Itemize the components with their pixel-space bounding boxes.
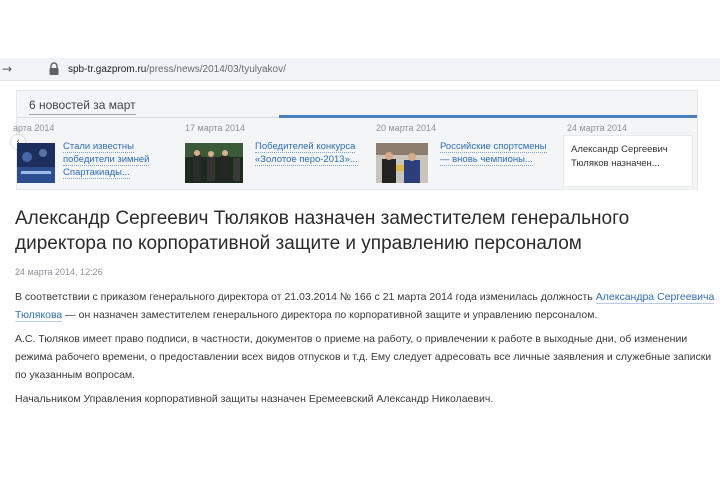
news-strip-title[interactable]: 6 новостей за март: [29, 98, 136, 115]
news-link-text: Российские спортсмены — вновь чемпионы..…: [440, 141, 547, 166]
lock-icon[interactable]: [48, 62, 60, 76]
news-link-text: Стали известны победители зимней Спартак…: [63, 141, 150, 179]
carousel-progress: [279, 115, 697, 118]
article-paragraph: А.С. Тюляков имеет право подписи, в част…: [15, 333, 712, 381]
news-thumbnail[interactable]: [185, 143, 243, 183]
news-date: 20 марта 2014: [376, 123, 437, 133]
article-date: 24 марта 2014, 12:26: [15, 267, 103, 277]
article-paragraph: Начальником Управления корпоративной защ…: [15, 393, 494, 405]
forward-arrow-icon[interactable]: →: [2, 62, 16, 76]
paragraph-text: В соответствии с приказом генерального д…: [15, 291, 596, 303]
paragraph-text: — он назначен заместителем генерального …: [62, 309, 598, 321]
url-path: /press/news/2014/03/tyulyakov/: [146, 63, 286, 75]
active-news-text: Александр Сергеевич Тюляков назначен...: [571, 144, 668, 169]
news-thumbnail[interactable]: [17, 143, 55, 183]
news-link[interactable]: Стали известны победители зимней Спартак…: [63, 140, 173, 179]
news-carousel: 6 новостей за март ‹ арта 2014 Стали изв…: [11, 90, 698, 190]
article-paragraph: В соответствии с приказом генерального д…: [15, 288, 715, 324]
news-thumbnail[interactable]: [376, 143, 428, 183]
news-date: 17 марта 2014: [185, 123, 246, 133]
address-bar[interactable]: → spb-tr.gazprom.ru/press/news/2014/03/t…: [0, 58, 720, 81]
article-title: Александр Сергеевич Тюляков назначен зам…: [15, 208, 630, 254]
url-host: spb-tr.gazprom.ru: [68, 63, 147, 75]
news-link-text: Победителей конкурса «Золотое перо-2013»…: [255, 141, 358, 166]
news-date: арта 2014: [13, 123, 55, 133]
news-date: 24 марта 2014: [567, 123, 628, 133]
news-link[interactable]: Победителей конкурса «Золотое перо-2013»…: [255, 140, 365, 166]
url-text[interactable]: spb-tr.gazprom.ru/press/news/2014/03/tyu…: [68, 64, 286, 75]
news-item[interactable]: 20 марта 2014 Российские спортсмены — вн…: [376, 123, 556, 185]
news-item[interactable]: 17 марта 2014 Победителей конкурса «Золо…: [185, 123, 365, 185]
news-link[interactable]: Российские спортсмены — вновь чемпионы..…: [440, 140, 550, 166]
news-item[interactable]: арта 2014 Стали известны победители зимн…: [13, 123, 187, 185]
active-news-card[interactable]: Александр Сергеевич Тюляков назначен...: [563, 135, 693, 187]
